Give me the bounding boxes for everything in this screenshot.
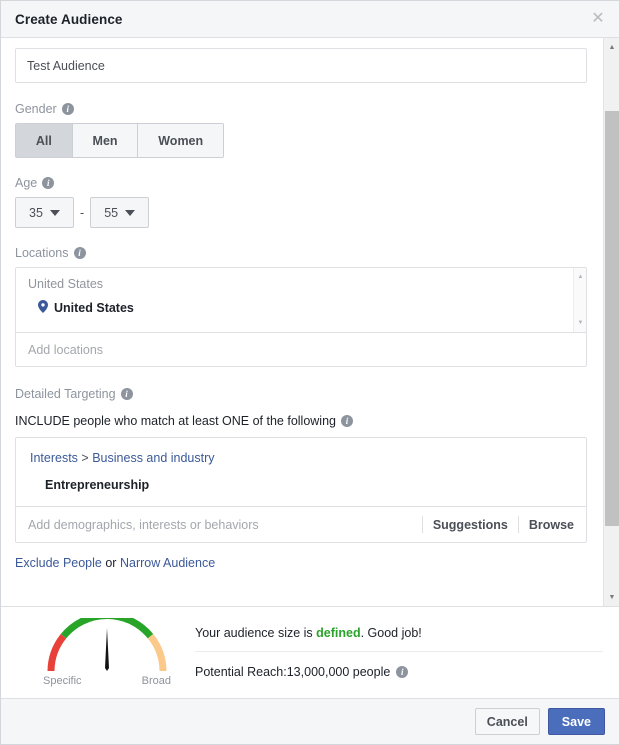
potential-reach-label: Potential Reach: xyxy=(195,665,287,679)
age-min-select[interactable]: 35 xyxy=(15,197,74,228)
scroll-up-icon[interactable]: ▲ xyxy=(604,39,619,55)
close-icon[interactable]: ✕ xyxy=(587,8,609,30)
detailed-targeting-list: Interests > Business and industry Entrep… xyxy=(16,438,586,507)
audience-size-status: Your audience size is defined. Good job! xyxy=(195,626,603,651)
dialog-body-content: Test Audience Gender i All Men Women Age… xyxy=(1,38,605,606)
locations-list: United States United States ▲ ▼ xyxy=(16,268,586,333)
status-suffix: . Good job! xyxy=(360,626,422,640)
browse-button[interactable]: Browse xyxy=(519,518,574,532)
audience-reach-panel: Specific Broad Your audience size is def… xyxy=(1,606,619,698)
status-badge: defined xyxy=(316,626,361,640)
audience-name-value: Test Audience xyxy=(27,58,105,73)
breadcrumb-separator: > xyxy=(81,451,89,465)
gender-info-icon[interactable]: i xyxy=(61,103,74,115)
locations-info-icon[interactable]: i xyxy=(73,247,86,259)
breadcrumb-root[interactable]: Interests xyxy=(30,451,78,465)
locations-label: Locations i xyxy=(15,246,589,260)
gender-option-men[interactable]: Men xyxy=(72,124,139,157)
audience-name-input[interactable]: Test Audience xyxy=(15,48,587,83)
exclude-narrow-row: Exclude People or Narrow Audience xyxy=(15,556,589,570)
age-separator: - xyxy=(80,205,85,220)
targeting-item[interactable]: Entrepreneurship xyxy=(16,465,586,492)
gauge-label-broad: Broad xyxy=(141,675,171,687)
age-label: Age i xyxy=(15,176,589,190)
potential-reach-info-icon[interactable]: i xyxy=(396,666,409,678)
potential-reach-value: 13,000,000 xyxy=(286,665,350,679)
detailed-targeting-box: Interests > Business and industry Entrep… xyxy=(15,437,587,543)
gender-option-women[interactable]: Women xyxy=(138,124,223,157)
potential-reach-row: Potential Reach:13,000,000 people i xyxy=(195,651,603,679)
dialog-scrollbar[interactable]: ▲ ▼ xyxy=(603,38,619,606)
narrow-audience-link[interactable]: Narrow Audience xyxy=(120,556,215,570)
detailed-targeting-info-icon[interactable]: i xyxy=(120,388,133,400)
scroll-down-icon[interactable]: ▼ xyxy=(604,589,619,605)
chevron-down-icon xyxy=(125,209,136,216)
audience-size-gauge: Specific Broad xyxy=(27,618,187,687)
age-info-icon[interactable]: i xyxy=(42,177,55,189)
suggestions-button[interactable]: Suggestions xyxy=(423,518,518,532)
status-prefix: Your audience size is xyxy=(195,626,317,640)
age-range-row: 35 - 55 xyxy=(15,197,589,228)
potential-reach-text: Potential Reach:13,000,000 people xyxy=(195,665,390,679)
dialog-footer: Cancel Save xyxy=(1,698,619,744)
save-button[interactable]: Save xyxy=(547,708,605,735)
gender-option-all[interactable]: All xyxy=(16,124,73,157)
gauge-label-specific: Specific xyxy=(43,675,82,687)
gauge-labels: Specific Broad xyxy=(43,675,171,687)
scroll-up-icon[interactable]: ▲ xyxy=(574,269,587,285)
detailed-targeting-label: Detailed Targeting i xyxy=(15,387,589,401)
locations-box: United States United States ▲ ▼ Add loca… xyxy=(15,267,587,367)
potential-reach-unit: people xyxy=(349,665,391,679)
add-locations-input[interactable]: Add locations xyxy=(16,333,586,366)
map-pin-icon xyxy=(38,300,48,316)
exclude-people-link[interactable]: Exclude People xyxy=(15,556,102,570)
detailed-targeting-input-row: Add demographics, interests or behaviors… xyxy=(16,507,586,542)
dialog-header: Create Audience ✕ xyxy=(1,1,619,38)
location-list-item[interactable]: United States xyxy=(16,291,586,316)
scrollbar-thumb[interactable] xyxy=(605,111,619,526)
location-name: United States xyxy=(54,301,134,315)
create-audience-dialog: Create Audience ✕ Test Audience Gender i… xyxy=(0,0,620,745)
cancel-button[interactable]: Cancel xyxy=(474,708,540,735)
dialog-title: Create Audience xyxy=(15,11,123,27)
chevron-down-icon xyxy=(49,209,60,216)
reach-text-block: Your audience size is defined. Good job!… xyxy=(187,626,603,679)
include-info-icon[interactable]: i xyxy=(341,415,353,427)
locations-group-label: United States xyxy=(28,277,104,291)
include-people-text: INCLUDE people who match at least ONE of… xyxy=(15,414,589,428)
locations-scrollbar[interactable]: ▲ ▼ xyxy=(573,268,586,332)
detailed-targeting-input[interactable]: Add demographics, interests or behaviors xyxy=(28,518,422,532)
age-max-select[interactable]: 55 xyxy=(90,197,150,228)
dialog-body: Test Audience Gender i All Men Women Age… xyxy=(1,38,619,606)
scroll-down-icon[interactable]: ▼ xyxy=(574,315,587,331)
gender-label: Gender i xyxy=(15,102,589,116)
gauge-icon xyxy=(47,618,167,672)
gender-toggle-group: All Men Women xyxy=(15,123,224,158)
breadcrumb-category[interactable]: Business and industry xyxy=(92,451,214,465)
or-text: or xyxy=(105,556,117,570)
breadcrumb: Interests > Business and industry xyxy=(16,451,586,465)
